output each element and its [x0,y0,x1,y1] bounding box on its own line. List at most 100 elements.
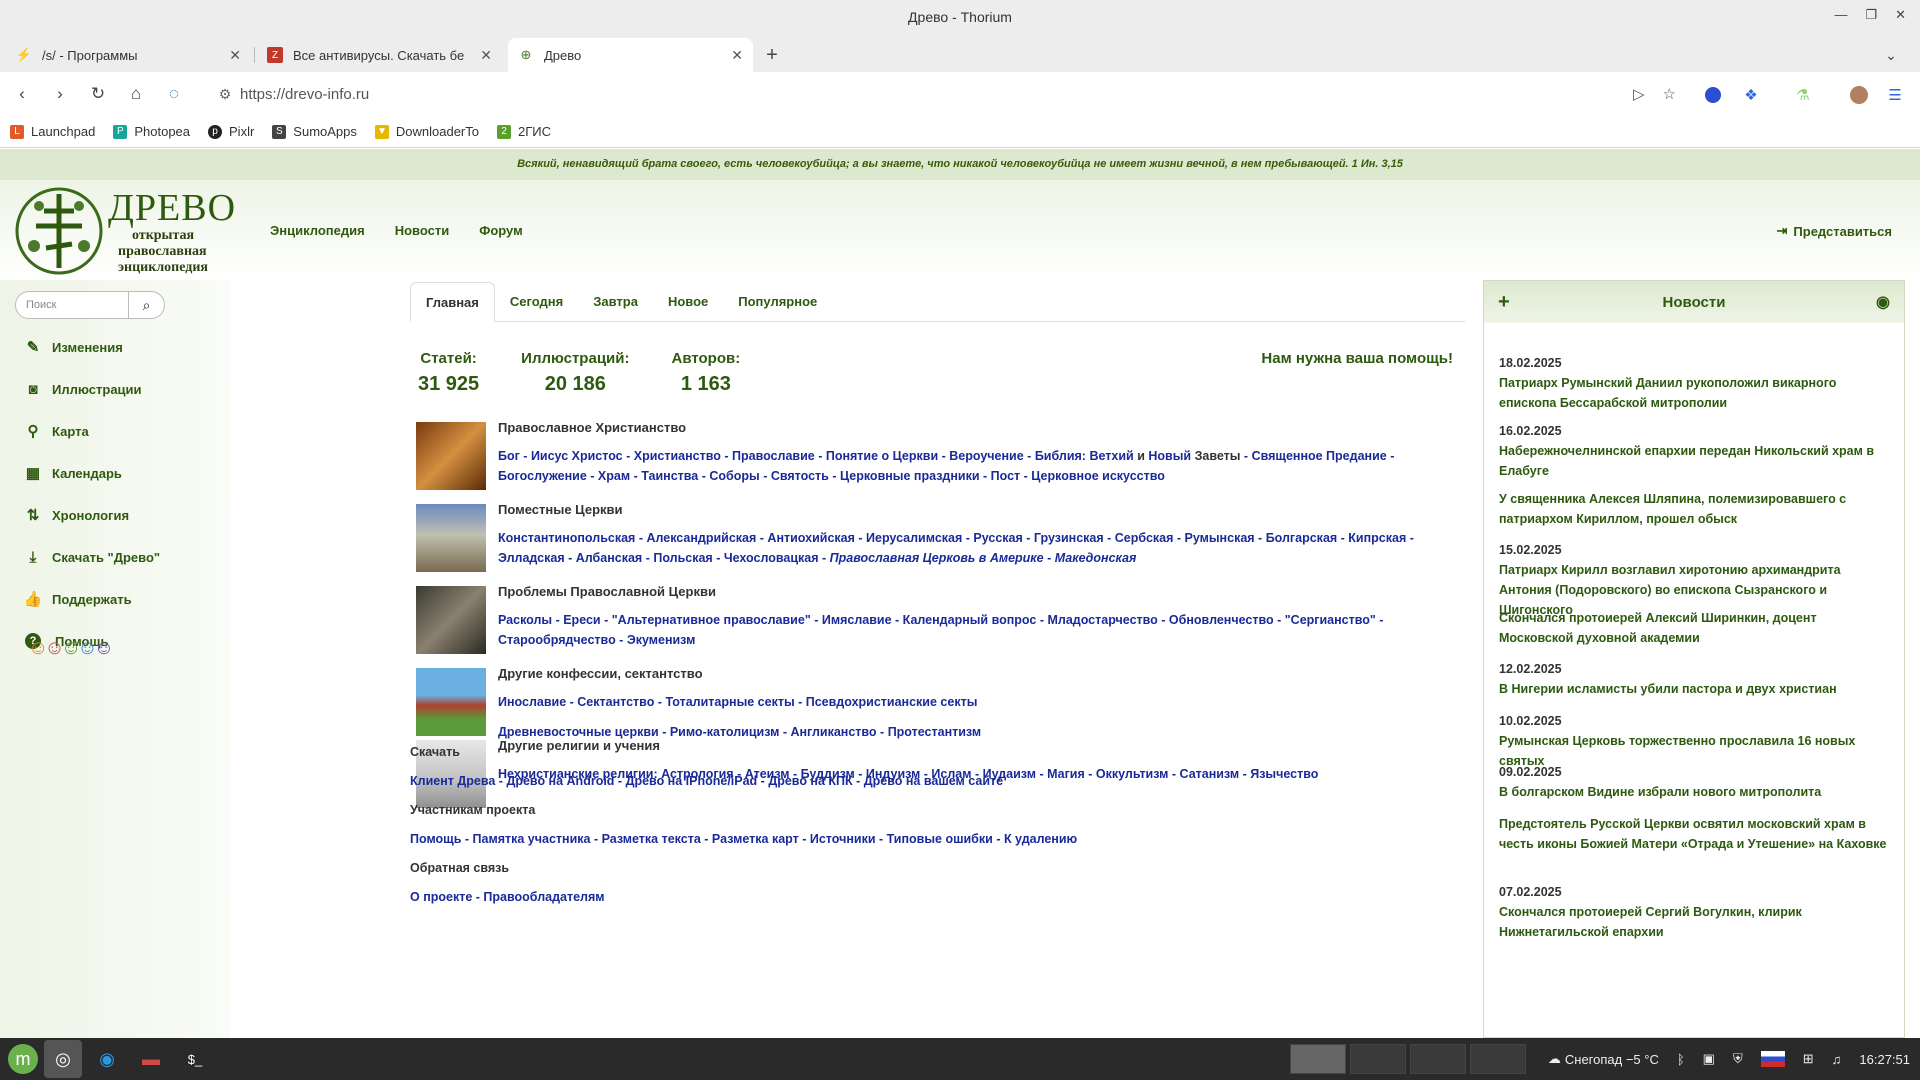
mint-menu-icon[interactable]: m [8,1044,38,1074]
topic-link[interactable]: Антиохийская [767,531,854,545]
weather-text[interactable]: Снегопад −5 °C [1565,1052,1659,1067]
shield-icon[interactable]: ⛨ [1733,1051,1743,1067]
topic-link[interactable]: Польская [653,551,712,565]
close-tab-icon[interactable]: ✕ [480,47,492,64]
topic-link[interactable]: Богослужение [498,469,587,483]
browser-tab-antivirus[interactable]: Z Все антивирусы. Скачать бе ✕ [257,38,502,72]
topic-link[interactable]: Обновленчество [1169,613,1274,627]
news-text[interactable]: Предстоятель Русской Церкви освятил моск… [1499,814,1894,854]
login-link[interactable]: ⇥ Представиться [1777,223,1893,239]
topic-link[interactable]: Младостарчество [1047,613,1157,627]
topic-link[interactable]: Грузинская [1034,531,1104,545]
bookmark-icon[interactable]: ☆ [1663,85,1676,103]
topic-link[interactable]: Таинства [641,469,698,483]
content-tab[interactable]: Новое [653,281,723,321]
section-title[interactable]: Другие конфессии, сектантство [498,666,703,681]
news-item[interactable]: 07.02.2025 Скончался протоиерей Сергий Во… [1499,882,1894,942]
bookmark-pixlr[interactable]: p Pixlr [208,124,254,139]
maximize-icon[interactable]: ❐ [1865,7,1877,23]
news-item[interactable]: 12.02.2025 В Нигерии исламисты убили паст… [1499,659,1894,699]
topic-link[interactable]: Ереси [563,613,600,627]
news-text[interactable]: Скончался протоиерей Алексий Ширинкин, д… [1499,608,1894,648]
topic-link[interactable]: Русская [973,531,1022,545]
topic-link[interactable]: Помощь [410,832,461,846]
topic-link[interactable]: О проекте [410,890,472,904]
topic-link[interactable]: Болгарская [1266,531,1338,545]
topic-link[interactable]: Римо-католицизм [670,725,780,739]
news-item[interactable]: Предстоятель Русской Церкви освятил моск… [1499,814,1894,854]
reload-icon[interactable]: ↻ [82,78,114,110]
browser-tab-drevo[interactable]: ⊕ Древо ✕ [508,38,753,72]
sidebar-item[interactable]: ⚲ Карта [22,410,160,452]
keyboard-layout-flag-icon[interactable] [1760,1051,1785,1067]
topic-link[interactable]: Албанская [576,551,642,565]
topic-link[interactable]: Церковные праздники [840,469,980,483]
topic-link[interactable]: Соборы [709,469,759,483]
sidebar-item[interactable]: ✎ Изменения [22,326,160,368]
close-window-icon[interactable]: ✕ [1895,7,1906,23]
news-text[interactable]: У священника Алексея Шляпина, полемизиро… [1499,489,1894,529]
topic-link[interactable]: Древо на Android [506,774,614,788]
topic-link[interactable]: Расколы [498,613,552,627]
topic-link[interactable]: Древо на iPhone/iPad [626,774,758,788]
topic-link[interactable]: "Сергианство" [1285,613,1376,627]
topic-link[interactable]: Христианство [634,449,721,463]
news-item[interactable]: 09.02.2025 В болгарском Видине избрали но… [1499,762,1894,802]
new-tab-button[interactable]: + [757,38,787,72]
menu-icon[interactable]: ☰ [1884,84,1906,106]
add-news-icon[interactable]: + [1498,291,1510,314]
topic-link[interactable]: "Альтернативное православие" [612,613,811,627]
browser-tab-programs[interactable]: ⚡ /s/ - Программы ✕ [6,38,255,72]
topic-link[interactable]: Понятие о Церкви [826,449,938,463]
rss-icon[interactable]: ◉ [1876,292,1890,312]
news-text[interactable]: Патриарх Румынский Даниил рукоположил ви… [1499,373,1894,413]
topic-link[interactable]: Инославие [498,695,566,709]
topic-link[interactable]: Древо на КПК [768,774,852,788]
search-icon[interactable]: ⌕ [128,292,164,318]
topic-link[interactable]: Святость [771,469,829,483]
topic-link[interactable]: Древневосточные церкви [498,725,659,739]
topic-link[interactable]: Старообрядчество [498,633,616,647]
puzzle-icon[interactable]: ❖ [1740,84,1762,106]
workspace-4[interactable] [1470,1044,1526,1074]
content-tab[interactable]: Главная [410,282,495,322]
browser-icon[interactable]: ◉ [88,1040,126,1078]
bookmark-downloaderto[interactable]: ▼ DownloaderTo [374,124,479,139]
forward-icon[interactable]: › [44,78,76,110]
network-icon[interactable]: ⊞ [1803,1051,1814,1067]
topic-link[interactable]: Клиент Древа [410,774,495,788]
topic-link[interactable]: Тоталитарные секты [665,695,794,709]
section-image[interactable] [416,668,486,736]
sidebar-item[interactable]: ⤓ Скачать "Древо" [22,536,160,578]
flask-icon[interactable]: ⚗ [1792,84,1814,106]
sound-icon[interactable]: ♫ [1832,1052,1842,1067]
profile-extension-icon[interactable] [1702,84,1724,106]
topic-link[interactable]: Правообладателям [483,890,604,904]
topic-link[interactable]: Разметка текста [602,832,701,846]
topic-link[interactable]: Македонская [1055,551,1137,565]
nav-forum[interactable]: Форум [479,223,522,238]
news-item[interactable]: У священника Алексея Шляпина, полемизиро… [1499,489,1894,529]
topic-link[interactable]: Типовые ошибки [887,832,993,846]
topic-link[interactable]: Источники [810,832,876,846]
news-item[interactable]: 16.02.2025 Набережночелнинской епархии пе… [1499,421,1894,481]
workspace-3[interactable] [1410,1044,1466,1074]
topic-link[interactable]: Константинопольская [498,531,635,545]
topic-link[interactable]: Разметка карт [712,832,799,846]
topic-link[interactable]: Румынская [1185,531,1255,545]
topic-link[interactable]: Иисус Христос [531,449,623,463]
content-tab[interactable]: Завтра [578,281,653,321]
bookmark-launchpad[interactable]: L Launchpad [10,124,95,139]
content-tab[interactable]: Сегодня [495,281,578,321]
home-icon[interactable]: ⌂ [120,78,152,110]
news-text[interactable]: В Нигерии исламисты убили пастора и двух… [1499,679,1894,699]
topic-link[interactable]: Библия: Ветхий [1035,449,1134,463]
help-us-link[interactable]: Нам нужна ваша помощь! [1261,350,1453,367]
close-tab-icon[interactable]: ✕ [229,47,241,64]
workspace-1[interactable] [1290,1044,1346,1074]
topic-link[interactable]: Экуменизм [627,633,696,647]
close-tab-icon[interactable]: ✕ [731,47,743,64]
clock[interactable]: 16:27:51 [1859,1052,1910,1067]
sidebar-item[interactable]: ◙ Иллюстрации [22,368,160,410]
address-bar[interactable]: ⚙ https://drevo-info.ru ▷ ☆ [210,78,1690,110]
